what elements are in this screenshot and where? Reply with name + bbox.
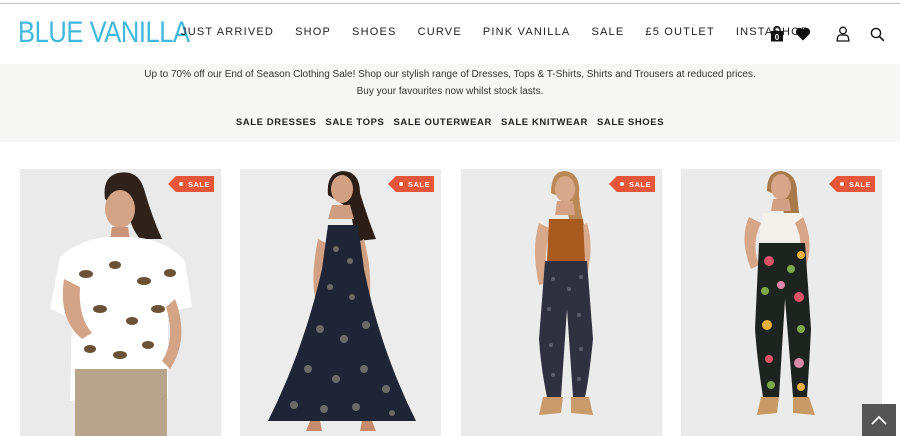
account-button[interactable] [832, 24, 854, 44]
sale-badge: SALE [609, 176, 655, 192]
link-sale-outerwear[interactable]: SALE OUTERWEAR [393, 117, 491, 128]
product-image [20, 169, 221, 436]
sale-badge: SALE [829, 176, 875, 192]
link-sale-knitwear[interactable]: SALE KNITWEAR [501, 117, 588, 128]
sale-badge: SALE [388, 176, 434, 192]
heart-icon [795, 27, 811, 41]
nav-outlet[interactable]: £5 OUTLET [645, 26, 715, 38]
bag-icon: 0 [771, 26, 783, 42]
back-to-top-button[interactable] [862, 404, 896, 436]
badge-dot [620, 182, 624, 186]
nav-pink-vanilla[interactable]: PINK VANILLA [483, 26, 571, 38]
sale-badge-label: SALE [849, 179, 872, 189]
badge-dot [840, 182, 844, 186]
link-sale-shoes[interactable]: SALE SHOES [597, 117, 664, 128]
product-card[interactable]: SALE [461, 169, 662, 436]
nav-just-arrived[interactable]: JUST ARRIVED [181, 26, 274, 38]
search-icon [870, 27, 884, 41]
sale-badge: SALE [168, 176, 214, 192]
wishlist-button[interactable] [792, 24, 814, 44]
badge-dot [399, 182, 403, 186]
chevron-up-icon [871, 415, 887, 425]
product-grid: SALE SALE SALE SALE [20, 169, 882, 436]
product-card[interactable]: SALE [681, 169, 882, 436]
product-card[interactable]: SALE [240, 169, 441, 436]
promo-subtext: Buy your favourites now whilst stock las… [356, 86, 544, 97]
badge-dot [179, 182, 183, 186]
sale-badge-label: SALE [408, 179, 431, 189]
nav-curve[interactable]: CURVE [418, 26, 462, 38]
nav-shoes[interactable]: SHOES [352, 26, 397, 38]
search-button[interactable] [866, 24, 888, 44]
product-image [461, 169, 662, 436]
cart-button[interactable]: 0 [766, 24, 788, 44]
user-icon [836, 26, 850, 42]
product-image [681, 169, 882, 436]
link-sale-tops[interactable]: SALE TOPS [325, 117, 384, 128]
sale-category-links: SALE DRESSES SALE TOPS SALE OUTERWEAR SA… [0, 117, 900, 128]
main-nav: JUST ARRIVED SHOP SHOES CURVE PINK VANIL… [181, 26, 830, 38]
nav-sale[interactable]: SALE [591, 26, 624, 38]
sale-promo-banner: Up to 70% off our End of Season Clothing… [0, 64, 900, 142]
cart-count: 0 [775, 33, 780, 42]
promo-text: Up to 70% off our End of Season Clothing… [144, 69, 756, 80]
sale-badge-label: SALE [629, 179, 652, 189]
sale-badge-label: SALE [188, 179, 211, 189]
site-header: BLUE VANILLA JUST ARRIVED SHOP SHOES CUR… [0, 4, 900, 64]
header-icons: 0 [766, 24, 888, 44]
site-logo[interactable]: BLUE VANILLA [18, 16, 190, 50]
link-sale-dresses[interactable]: SALE DRESSES [236, 117, 317, 128]
product-card[interactable]: SALE [20, 169, 221, 436]
nav-shop[interactable]: SHOP [295, 26, 331, 38]
product-image [240, 169, 441, 436]
